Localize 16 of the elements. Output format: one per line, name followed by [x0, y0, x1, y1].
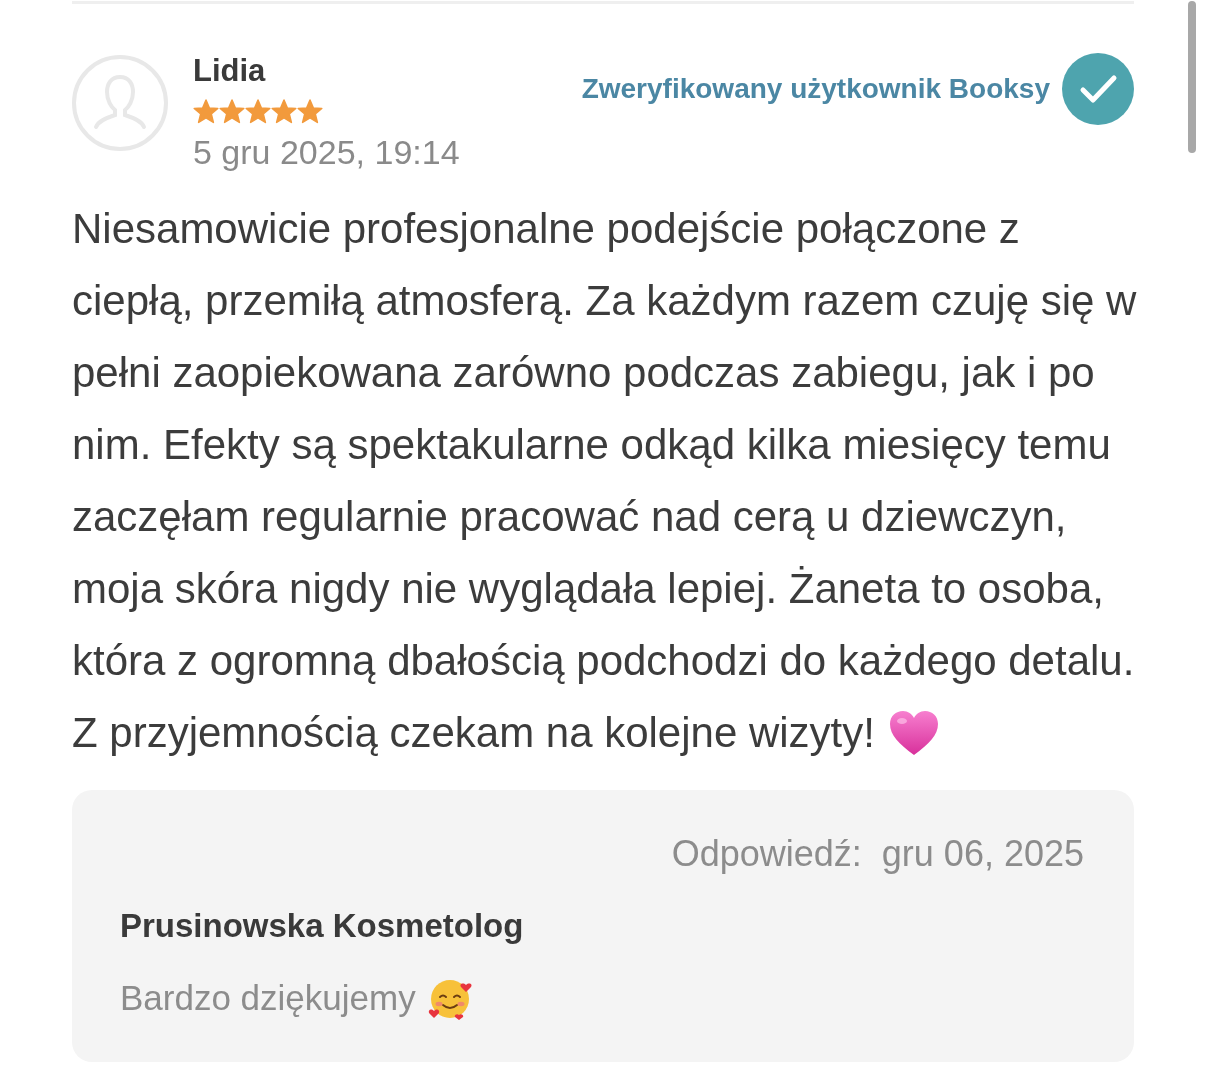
- reply-text: Bardzo dziękujemy: [120, 978, 416, 1018]
- review-text: Niesamowicie profesjonalne podejście połączone z ciepłą, przemiłą atmosferą. Za każdym razem czuję się w pełni zaopiekowana zarówno podczas zabiegu, jak i po nim. Efekty są spektakularne odkąd kilka miesięcy temu zaczęłam regularnie pracować nad cerą u dziewczyn, moja skóra nigdy nie wyglądała lepiej. Żaneta to osoba, która z ogromną dbałością podchodzi do każdego detalu.: [72, 204, 1138, 686]
- reply-label: Odpowiedź:: [671, 834, 862, 874]
- star-icon: [271, 99, 297, 124]
- heart-icon: [888, 709, 939, 757]
- star-icon: [219, 99, 245, 124]
- review-date: 5 gru 2025, 19:14: [193, 132, 460, 172]
- reply-date: gru 06, 2025: [881, 834, 1084, 874]
- reply-author: Prusinowska Kosmetolog: [120, 906, 525, 946]
- star-icon: [193, 99, 219, 124]
- reviewer-name: Lidia: [193, 52, 267, 90]
- star-icon: [297, 99, 323, 124]
- review-closing-text: Z przyjemnością czekam na kolejne wizyty!: [72, 708, 875, 758]
- star-icon: [245, 99, 271, 124]
- verified-label: Zweryfikowany użytkownik Booksy: [581, 73, 1050, 105]
- scrollbar-thumb[interactable]: [1188, 1, 1196, 153]
